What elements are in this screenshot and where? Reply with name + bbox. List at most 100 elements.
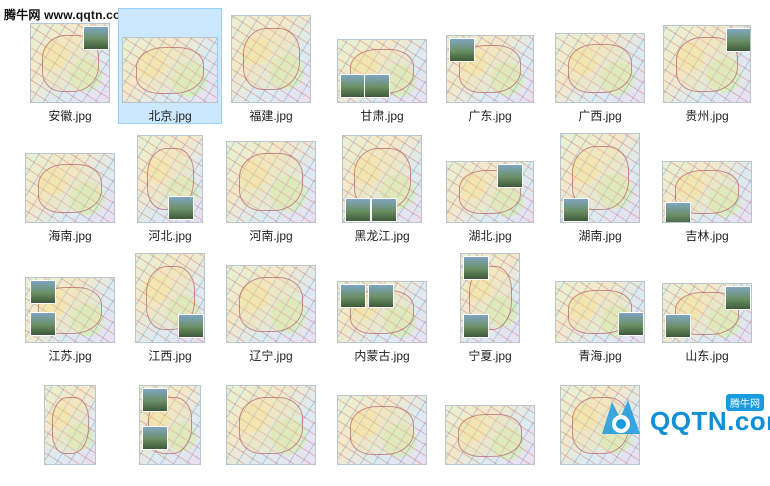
- file-name-label: 安徽.jpg: [48, 109, 92, 123]
- file-name-label: 福建.jpg: [249, 109, 293, 123]
- inset-photo: [563, 198, 589, 222]
- map-thumbnail: [137, 135, 203, 223]
- map-region-shape: [350, 405, 414, 456]
- logo-mark-icon: [602, 400, 640, 434]
- map-thumbnail: [342, 135, 422, 223]
- map-region-shape: [242, 28, 300, 91]
- file-item[interactable]: [219, 370, 323, 486]
- inset-photo: [463, 256, 489, 280]
- file-item[interactable]: 福建.jpg: [219, 8, 323, 124]
- file-item[interactable]: 江西.jpg: [118, 248, 222, 364]
- file-item[interactable]: 河北.jpg: [118, 128, 222, 244]
- map-thumbnail: [135, 253, 205, 343]
- file-name-label: 甘肃.jpg: [360, 109, 404, 123]
- inset-photo: [725, 286, 751, 310]
- inset-photo: [665, 314, 691, 338]
- file-item[interactable]: 江苏.jpg: [18, 248, 122, 364]
- file-item[interactable]: 吉林.jpg: [655, 128, 759, 244]
- map-thumbnail: [231, 15, 311, 103]
- map-region-shape: [568, 43, 632, 94]
- map-region-shape: [239, 153, 303, 212]
- inset-photo: [83, 26, 109, 50]
- file-item[interactable]: [330, 370, 434, 486]
- inset-photo: [168, 196, 194, 220]
- file-item[interactable]: 广西.jpg: [548, 8, 652, 124]
- inset-photo: [340, 284, 366, 308]
- inset-photo: [497, 164, 523, 188]
- map-region-shape: [38, 163, 102, 214]
- map-thumbnail: [446, 35, 534, 103]
- file-name-label: 辽宁.jpg: [249, 349, 293, 363]
- file-name-label: 河北.jpg: [148, 229, 192, 243]
- file-item[interactable]: 辽宁.jpg: [219, 248, 323, 364]
- file-name-label: 宁夏.jpg: [468, 349, 512, 363]
- file-item[interactable]: 甘肃.jpg: [330, 8, 434, 124]
- inset-photo: [463, 314, 489, 338]
- map-thumbnail: [446, 161, 534, 223]
- map-thumbnail: [555, 33, 645, 103]
- file-name-label: 江苏.jpg: [48, 349, 92, 363]
- file-name-label: 青海.jpg: [578, 349, 622, 363]
- map-thumbnail: [337, 395, 427, 465]
- file-name-label: 河南.jpg: [249, 229, 293, 243]
- file-item[interactable]: 湖北.jpg: [438, 128, 542, 244]
- file-item[interactable]: 海南.jpg: [18, 128, 122, 244]
- file-name-label: 贵州.jpg: [685, 109, 729, 123]
- map-thumbnail: [25, 277, 115, 343]
- map-thumbnail: [226, 385, 316, 465]
- inset-photo: [618, 312, 644, 336]
- map-thumbnail: [460, 253, 520, 343]
- map-thumbnail: [122, 37, 218, 103]
- file-item[interactable]: [438, 370, 542, 486]
- file-icon-grid: 安徽.jpg 北京.jpg 福建.jpg 甘肃.jpg 广东.jpg 广西.jpg 贵州.j…: [0, 0, 770, 465]
- file-name-label: 内蒙古.jpg: [354, 349, 410, 363]
- site-logo: QQTN.com 腾牛网: [596, 394, 770, 442]
- file-name-label: 北京.jpg: [148, 109, 192, 123]
- map-thumbnail: [560, 133, 640, 223]
- file-item[interactable]: 广东.jpg: [438, 8, 542, 124]
- inset-photo: [30, 280, 56, 304]
- map-thumbnail: [663, 25, 751, 103]
- map-region-shape: [239, 276, 303, 332]
- file-item[interactable]: 黑龙江.jpg: [330, 128, 434, 244]
- file-item[interactable]: [18, 370, 122, 486]
- file-name-label: 海南.jpg: [48, 229, 92, 243]
- map-thumbnail: [555, 281, 645, 343]
- file-item[interactable]: 湖南.jpg: [548, 128, 652, 244]
- map-thumbnail: [662, 283, 752, 343]
- inset-photo: [30, 312, 56, 336]
- file-name-label: 江西.jpg: [148, 349, 192, 363]
- map-thumbnail: [337, 39, 427, 103]
- file-item[interactable]: 青海.jpg: [548, 248, 652, 364]
- file-item[interactable]: 北京.jpg: [118, 8, 222, 124]
- file-name-label: 广西.jpg: [578, 109, 622, 123]
- map-region-shape: [458, 414, 522, 457]
- inset-photo: [142, 388, 168, 412]
- file-name-label: 湖北.jpg: [468, 229, 512, 243]
- inset-photo: [371, 198, 397, 222]
- map-region-shape: [239, 396, 303, 454]
- file-name-label: 黑龙江.jpg: [354, 229, 410, 243]
- file-name-label: 山东.jpg: [685, 349, 729, 363]
- map-thumbnail: [44, 385, 96, 465]
- file-item[interactable]: 安徽.jpg: [18, 8, 122, 124]
- inset-photo: [726, 28, 750, 52]
- file-item[interactable]: [118, 370, 222, 486]
- inset-photo: [345, 198, 371, 222]
- file-item[interactable]: 河南.jpg: [219, 128, 323, 244]
- inset-photo: [665, 202, 691, 222]
- map-thumbnail: [445, 405, 535, 465]
- file-name-label: 广东.jpg: [468, 109, 512, 123]
- file-item[interactable]: 宁夏.jpg: [438, 248, 542, 364]
- map-thumbnail: [226, 141, 316, 223]
- map-thumbnail: [30, 23, 110, 103]
- logo-badge: 腾牛网: [726, 394, 764, 411]
- inset-photo: [364, 74, 390, 98]
- map-thumbnail: [662, 161, 752, 223]
- inset-photo: [368, 284, 394, 308]
- file-name-label: 湖南.jpg: [578, 229, 622, 243]
- file-item[interactable]: 山东.jpg: [655, 248, 759, 364]
- file-item[interactable]: 贵州.jpg: [655, 8, 759, 124]
- file-item[interactable]: 内蒙古.jpg: [330, 248, 434, 364]
- inset-photo: [178, 314, 204, 338]
